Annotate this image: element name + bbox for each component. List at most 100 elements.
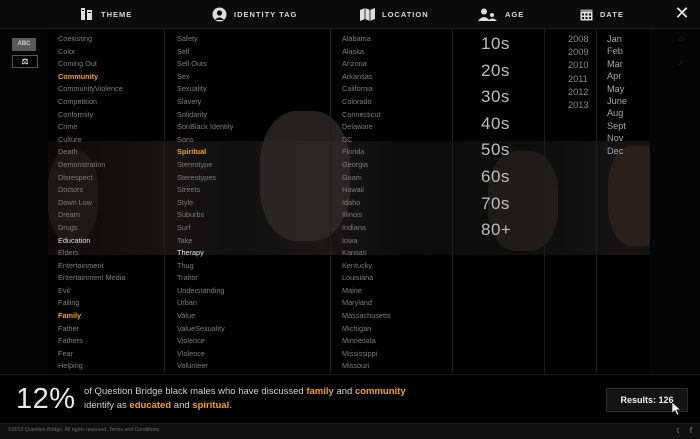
identity-tag-item[interactable]: Sons <box>177 134 233 147</box>
location-item[interactable]: Maine <box>342 285 391 298</box>
nav-identity-tag[interactable]: IDENTITY TAG <box>212 6 297 22</box>
identity-tag-item[interactable]: Slavery <box>177 96 233 109</box>
month-item[interactable]: Jan <box>607 33 627 45</box>
month-item[interactable]: Nov <box>607 132 627 144</box>
theme-item[interactable]: Drugs <box>58 222 125 235</box>
twitter-icon[interactable]: t <box>673 426 683 436</box>
theme-item[interactable]: Dream <box>58 209 125 222</box>
scale-icon[interactable]: ⚖ <box>12 55 38 68</box>
location-item[interactable]: Kansas <box>342 247 391 260</box>
identity-tag-item[interactable]: Value <box>177 310 233 323</box>
year-item[interactable]: 2012 <box>568 86 588 99</box>
identity-tag-item[interactable]: Volunteer <box>177 360 233 373</box>
theme-item[interactable]: Demonstration <box>58 159 125 172</box>
nav-age[interactable]: AGE <box>478 6 524 22</box>
identity-tag-item[interactable]: Stereotypes <box>177 172 233 185</box>
age-item[interactable]: 10s <box>481 31 511 58</box>
nav-theme[interactable]: THEME <box>80 6 132 22</box>
year-item[interactable]: 2008 <box>568 33 588 46</box>
identity-tag-item[interactable]: Sexuality <box>177 83 233 96</box>
theme-item[interactable]: Entertainment Media <box>58 272 125 285</box>
identity-tag-item[interactable]: Self <box>177 46 233 59</box>
identity-tag-item[interactable]: Safety <box>177 33 233 46</box>
month-item[interactable]: Aug <box>607 107 627 119</box>
location-item[interactable]: Louisiana <box>342 272 391 285</box>
location-item[interactable]: Delaware <box>342 121 391 134</box>
theme-item[interactable]: Family <box>58 310 125 323</box>
identity-tag-item[interactable]: Therapy <box>177 247 233 260</box>
location-item[interactable]: Mississippi <box>342 348 391 361</box>
location-item[interactable]: Alaska <box>342 46 391 59</box>
identity-tag-item[interactable]: Spiritual <box>177 146 233 159</box>
age-item[interactable]: 70s <box>481 191 511 218</box>
theme-item[interactable]: Death <box>58 146 125 159</box>
month-item[interactable]: Apr <box>607 70 627 82</box>
identity-tag-item[interactable]: Streets <box>177 184 233 197</box>
identity-tag-item[interactable]: Violence <box>177 335 233 348</box>
identity-tag-item[interactable]: Style <box>177 197 233 210</box>
location-item[interactable]: Kentucky <box>342 260 391 273</box>
month-item[interactable]: June <box>607 95 627 107</box>
nav-location[interactable]: LOCATION <box>360 6 429 22</box>
theme-item[interactable]: Culture <box>58 134 125 147</box>
location-item[interactable]: Connecticut <box>342 109 391 122</box>
identity-tag-item[interactable]: Sell Outs <box>177 58 233 71</box>
location-item[interactable]: Colorado <box>342 96 391 109</box>
location-item[interactable]: Idaho <box>342 197 391 210</box>
theme-item[interactable]: Evil <box>58 285 125 298</box>
month-item[interactable]: Feb <box>607 45 627 57</box>
location-item[interactable]: Iowa <box>342 235 391 248</box>
age-item[interactable]: 80+ <box>481 217 511 244</box>
identity-tag-item[interactable]: Urban <box>177 297 233 310</box>
theme-item[interactable]: Failing <box>58 297 125 310</box>
theme-item[interactable]: Color <box>58 46 125 59</box>
theme-item[interactable]: Crime <box>58 121 125 134</box>
month-item[interactable]: Dec <box>607 145 627 157</box>
theme-item[interactable]: Competition <box>58 96 125 109</box>
theme-item[interactable]: Elders <box>58 247 125 260</box>
theme-item[interactable]: Community <box>58 71 125 84</box>
location-item[interactable]: Minnesota <box>342 335 391 348</box>
location-item[interactable]: Illinois <box>342 209 391 222</box>
theme-item[interactable]: Education <box>58 235 125 248</box>
age-item[interactable]: 30s <box>481 84 511 111</box>
identity-tag-item[interactable]: Take <box>177 235 233 248</box>
facebook-icon[interactable]: f <box>686 426 696 436</box>
location-item[interactable]: Georgia <box>342 159 391 172</box>
theme-item[interactable]: Helping <box>58 360 125 373</box>
location-item[interactable]: Maryland <box>342 297 391 310</box>
location-item[interactable]: Florida <box>342 146 391 159</box>
age-item[interactable]: 20s <box>481 58 511 85</box>
location-item[interactable]: Indiana <box>342 222 391 235</box>
theme-item[interactable]: CommunityViolence <box>58 83 125 96</box>
identity-tag-item[interactable]: Suburbs <box>177 209 233 222</box>
identity-tag-item[interactable]: Surf <box>177 222 233 235</box>
theme-item[interactable]: Entertainment <box>58 260 125 273</box>
identity-tag-item[interactable]: Understanding <box>177 285 233 298</box>
age-item[interactable]: 50s <box>481 137 511 164</box>
theme-item[interactable]: Fear <box>58 348 125 361</box>
identity-tag-item[interactable]: Vlolence <box>177 348 233 361</box>
close-icon[interactable]: ✕ <box>674 4 690 22</box>
theme-item[interactable]: Down Low <box>58 197 125 210</box>
location-item[interactable]: Guam <box>342 172 391 185</box>
age-item[interactable]: 40s <box>481 111 511 138</box>
theme-item[interactable]: Father <box>58 323 125 336</box>
theme-item[interactable]: Coming Out <box>58 58 125 71</box>
year-item[interactable]: 2013 <box>568 99 588 112</box>
location-item[interactable]: California <box>342 83 391 96</box>
theme-item[interactable]: Fathers <box>58 335 125 348</box>
month-item[interactable]: Sept <box>607 120 627 132</box>
location-item[interactable]: DC <box>342 134 391 147</box>
theme-item[interactable]: Coexisting <box>58 33 125 46</box>
location-item[interactable]: Arkansas <box>342 71 391 84</box>
identity-tag-item[interactable]: Stereotype <box>177 159 233 172</box>
location-item[interactable]: Alabama <box>342 33 391 46</box>
location-item[interactable]: Hawaii <box>342 184 391 197</box>
month-item[interactable]: May <box>607 83 627 95</box>
age-item[interactable]: 60s <box>481 164 511 191</box>
identity-tag-item[interactable]: Thug <box>177 260 233 273</box>
year-item[interactable]: 2009 <box>568 46 588 59</box>
identity-tag-item[interactable]: Traitor <box>177 272 233 285</box>
theme-item[interactable]: Conformity <box>58 109 125 122</box>
